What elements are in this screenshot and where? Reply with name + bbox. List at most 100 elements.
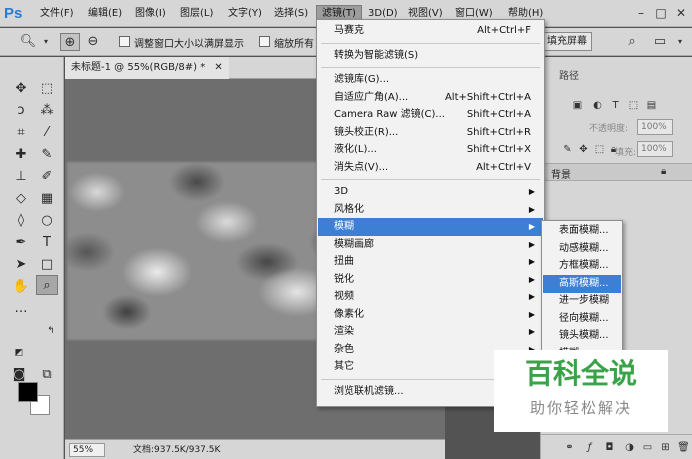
link-layers-icon[interactable]: ⚭ [563, 441, 576, 454]
add-mask-icon[interactable]: ◘ [603, 441, 616, 454]
search-icon[interactable]: ⌕ [622, 33, 642, 51]
blur-submenu-item[interactable]: 高斯模糊... [543, 274, 621, 293]
default-colors-icon[interactable]: ◩ [8, 343, 30, 363]
blur-submenu-item[interactable]: 镜头模糊... [543, 327, 621, 345]
new-layer-icon[interactable]: ⊞ [659, 441, 672, 454]
lock-artboard-icon[interactable]: ⬚ [593, 143, 606, 156]
gradient-tool-icon[interactable]: ▦ [36, 189, 58, 209]
fill-screen-button[interactable]: 填充屏幕 [542, 32, 592, 51]
eyedropper-tool-icon[interactable]: ⁄ [36, 123, 58, 143]
filter-menu-item[interactable]: 模糊画廊 ▶ [318, 236, 543, 254]
blur-submenu-item[interactable]: 方框模糊... [543, 257, 621, 275]
document-size-info: 文档:937.5K/937.5K [133, 445, 221, 455]
filter-menu-item[interactable]: 锐化 ▶ [318, 271, 543, 289]
filter-menu-item[interactable]: 滤镜库(G)... [318, 71, 543, 89]
menu-image[interactable]: 图像(I) [135, 6, 166, 22]
marquee-tool-icon[interactable]: ⬚ [36, 79, 58, 99]
filter-adjustment-icon[interactable]: ◐ [591, 99, 604, 112]
rectangle-tool-icon[interactable]: □ [36, 255, 58, 275]
menu-select[interactable]: 选择(S) [274, 6, 308, 22]
clone-stamp-tool-icon[interactable]: ⊥ [10, 167, 32, 187]
filter-menu-item[interactable]: 液化(L)... Shift+Ctrl+X [318, 141, 543, 159]
blur-tool-icon[interactable]: ◊ [10, 211, 32, 231]
status-bar: 55% 文档:937.5K/937.5K [65, 439, 445, 459]
minimize-icon[interactable]: – [634, 6, 648, 20]
filter-menu-item[interactable]: 马赛克 Alt+Ctrl+F [318, 22, 543, 40]
filter-menu-item[interactable]: 自适应广角(A)... Alt+Shift+Ctrl+A [318, 89, 543, 107]
blur-submenu-item-label: 进一步模糊 [559, 295, 609, 306]
hand-tool-icon[interactable]: ✋ [10, 277, 32, 297]
menu-edit[interactable]: 编辑(E) [88, 6, 122, 22]
fill-field[interactable]: 100% [637, 141, 673, 157]
fx-icon[interactable]: ƒ [583, 441, 596, 454]
zoom-out-icon[interactable]: ⊖ [83, 33, 103, 51]
chevron-down-icon[interactable]: ▾ [670, 33, 690, 51]
layer-row-background[interactable]: 背景 🔒︎ [541, 163, 692, 181]
chevron-down-icon[interactable]: ▾ [36, 33, 56, 51]
swap-colors-icon[interactable]: ↰ [40, 321, 62, 341]
filter-menu-item[interactable]: 风格化 ▶ [318, 201, 543, 219]
blur-submenu-item[interactable]: 进一步模糊 [543, 292, 621, 310]
workspace-icon[interactable]: ▭ [650, 33, 670, 51]
close-icon[interactable]: ✕ [214, 62, 222, 73]
maximize-icon[interactable]: □ [654, 6, 668, 20]
screen-mode-icon[interactable]: ⧉ [36, 365, 58, 385]
zoom-tool-icon[interactable]: ⌕ [36, 275, 58, 295]
menu-type[interactable]: 文字(Y) [228, 6, 262, 22]
foreground-color-swatch[interactable] [18, 382, 38, 402]
filter-menu-item[interactable]: 像素化 ▶ [318, 306, 543, 324]
zoom-level-field[interactable]: 55% [69, 443, 105, 457]
filter-type-icon[interactable]: T [609, 99, 622, 112]
filter-menu-item-label: 3D [334, 186, 349, 197]
eraser-tool-icon[interactable]: ◇ [10, 189, 32, 209]
close-icon[interactable]: ✕ [674, 6, 688, 20]
move-tool-icon[interactable]: ✥ [10, 79, 32, 99]
filter-menu-item[interactable]: 消失点(V)... Alt+Ctrl+V [318, 159, 543, 177]
dodge-tool-icon[interactable]: ○ [36, 211, 58, 231]
filter-menu-item[interactable]: Camera Raw 滤镜(C)... Shift+Ctrl+A [318, 106, 543, 124]
history-brush-tool-icon[interactable]: ✐ [36, 167, 58, 187]
pen-tool-icon[interactable]: ✒ [10, 233, 32, 253]
filter-shape-icon[interactable]: ⬚ [627, 99, 640, 112]
quick-mask-icon[interactable]: ◙ [8, 365, 30, 385]
zoom-all-checkbox[interactable] [259, 36, 270, 47]
more-tools-icon[interactable]: … [10, 299, 32, 319]
filter-menu-item[interactable]: 视频 ▶ [318, 288, 543, 306]
chevron-right-icon: ▶ [528, 222, 535, 231]
document-tab[interactable]: 未标题-1 @ 55%(RGB/8#) * ✕ [65, 57, 229, 79]
adjustment-layer-icon[interactable]: ◑ [623, 441, 636, 454]
menu-layer[interactable]: 图层(L) [180, 6, 213, 22]
filter-menu-item[interactable]: 模糊 ▶ [318, 218, 543, 236]
blur-submenu-item[interactable]: 动感模糊... [543, 240, 621, 258]
tab-paths[interactable]: 路径 [559, 67, 579, 82]
filter-menu-item[interactable]: 3D ▶ [318, 183, 543, 201]
filter-menu-item[interactable]: 扭曲 ▶ [318, 253, 543, 271]
filter-image-icon[interactable]: ▣ [571, 99, 584, 112]
filter-menu-item[interactable]: 转换为智能滤镜(S) [318, 47, 543, 65]
resize-windows-label: 调整窗口大小以满屏显示 [134, 39, 244, 50]
blur-submenu-item[interactable]: 径向模糊... [543, 310, 621, 328]
path-selection-tool-icon[interactable]: ➤ [10, 255, 32, 275]
lasso-tool-icon[interactable]: ↄ [10, 101, 32, 121]
zoom-tool-preset-icon[interactable]: 🔍︎ [18, 33, 38, 51]
lock-image-icon[interactable]: ✎ [561, 143, 574, 156]
opacity-field[interactable]: 100% [637, 119, 673, 135]
zoom-in-icon[interactable]: ⊕ [60, 33, 80, 51]
document-tab-bar: 未标题-1 @ 55%(RGB/8#) * ✕ [65, 57, 325, 79]
filter-smart-object-icon[interactable]: ▤ [645, 99, 658, 112]
healing-brush-tool-icon[interactable]: ✚ [10, 145, 32, 165]
blur-submenu-item-label: 径向模糊... [559, 312, 609, 324]
crop-tool-icon[interactable]: ⌗ [10, 123, 32, 143]
type-tool-icon[interactable]: T [36, 233, 58, 253]
blur-submenu-item[interactable]: 表面模糊... [543, 222, 621, 240]
menu-file[interactable]: 文件(F) [40, 6, 74, 22]
brush-tool-icon[interactable]: ✎ [36, 145, 58, 165]
magic-wand-tool-icon[interactable]: ⁂ [36, 101, 58, 121]
trash-icon[interactable]: 🗑︎ [677, 441, 690, 454]
new-group-icon[interactable]: ▭ [641, 441, 654, 454]
lock-position-icon[interactable]: ✥ [577, 143, 590, 156]
filter-menu-item[interactable]: 渲染 ▶ [318, 323, 543, 341]
filter-menu-item[interactable]: 镜头校正(R)... Shift+Ctrl+R [318, 124, 543, 142]
resize-windows-checkbox[interactable] [119, 36, 130, 47]
blur-submenu-item-label: 表面模糊... [559, 225, 609, 236]
